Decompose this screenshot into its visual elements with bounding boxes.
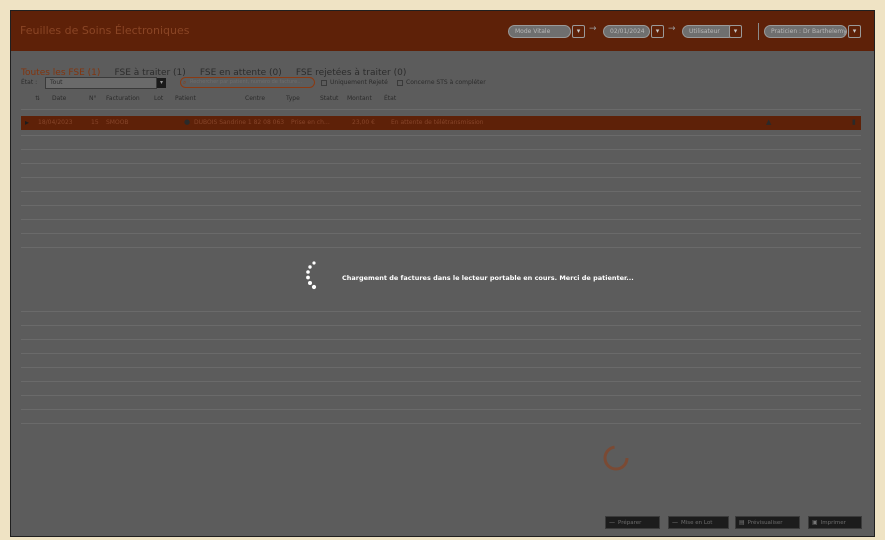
row-divider [21, 149, 861, 150]
fse-window: Feuilles de Soins Électroniques Mode Vit… [10, 10, 875, 537]
column-facturation[interactable]: Facturation [106, 95, 140, 102]
table-row[interactable]: ▸ 18/04/2023 15 SMOOB ● DUBOIS Sandrine … [21, 116, 861, 130]
dash-icon: — [672, 519, 678, 526]
row-divider [21, 395, 861, 396]
date-select[interactable]: 02/01/2024 [603, 25, 650, 38]
loading-spinner-icon [306, 261, 317, 290]
app-title: Feuilles de Soins Électroniques [20, 24, 190, 37]
cell-etat: En attente de télétransmission [391, 119, 484, 126]
row-divider [21, 163, 861, 164]
praticien-dropdown-button[interactable]: ▾ [848, 25, 861, 38]
column-statut[interactable]: Statut [320, 95, 338, 102]
etat-select[interactable]: Tout [45, 77, 157, 89]
person-icon: ● [184, 118, 191, 126]
search-placeholder: Rechercher par patient, numéro de factur… [190, 79, 303, 85]
warning-icon: ▲ [766, 118, 772, 126]
row-divider [21, 381, 861, 382]
etat-label: État : [21, 79, 38, 86]
column-type[interactable]: Type [286, 95, 300, 102]
row-divider [21, 219, 861, 220]
row-divider [21, 367, 861, 368]
row-divider [21, 409, 861, 410]
title-bar: Feuilles de Soins Électroniques Mode Vit… [11, 11, 874, 51]
only-sts-checkbox[interactable] [397, 80, 403, 86]
toolbar-divider [758, 23, 759, 40]
only-rejected-label: Uniquement Rejeté [330, 79, 388, 86]
mise-en-lot-button[interactable]: — Mise en Lot [668, 516, 729, 529]
user-dropdown-button[interactable]: ▾ [729, 25, 742, 38]
background-spinner-icon [603, 445, 629, 471]
user-select[interactable]: Utilisateur [682, 25, 735, 38]
filter-bar: État : Tout ▾ ⌕ Rechercher par patient, … [21, 77, 541, 91]
only-rejected-checkbox[interactable] [321, 80, 327, 86]
previsualiser-button[interactable]: ▤ Prévisualiser [735, 516, 800, 529]
loading-message: Chargement de factures dans le lecteur p… [342, 274, 634, 282]
row-divider [21, 205, 861, 206]
row-divider [21, 423, 861, 424]
printer-icon: ▣ [812, 519, 818, 526]
column-lot[interactable]: Lot [154, 95, 163, 102]
row-divider [21, 177, 861, 178]
trash-icon[interactable]: ▮ [852, 118, 856, 126]
column-patient[interactable]: Patient [175, 95, 196, 102]
row-divider [21, 311, 861, 312]
praticien-select[interactable]: Praticien : Dr Barthelemy [764, 25, 847, 38]
row-divider [21, 353, 861, 354]
row-divider [21, 233, 861, 234]
row-divider [21, 247, 861, 248]
only-sts-label: Concerne STS à compléter [406, 79, 486, 86]
document-icon: ▤ [739, 519, 745, 526]
imprimer-button[interactable]: ▣ Imprimer [808, 516, 862, 529]
search-icon: ⌕ [183, 79, 187, 86]
cell-patient: DUBOIS Sandrine 1 82 08 063 [194, 119, 285, 126]
mode-select[interactable]: Mode Vitale [508, 25, 571, 38]
cell-date: 18/04/2023 [38, 119, 73, 126]
row-divider [21, 339, 861, 340]
search-input[interactable]: ⌕ Rechercher par patient, numéro de fact… [180, 77, 315, 88]
sort-icon[interactable]: ⇅ [35, 95, 40, 102]
arrow-right-icon: → [668, 24, 676, 34]
column-etat[interactable]: État [384, 95, 396, 102]
dash-icon: — [609, 519, 615, 526]
date-dropdown-button[interactable]: ▾ [651, 25, 664, 38]
cell-facturation: SMOOB [106, 119, 129, 126]
header-divider [21, 109, 861, 110]
column-centre[interactable]: Centre [245, 95, 265, 102]
column-numero[interactable]: N° [89, 95, 97, 102]
chevron-down-icon[interactable]: ▾ [157, 78, 166, 88]
cell-type: Prise en ch… [291, 119, 330, 126]
mode-dropdown-button[interactable]: ▾ [572, 25, 585, 38]
row-divider [21, 135, 861, 136]
arrow-right-icon: → [589, 24, 597, 34]
preparer-button[interactable]: — Préparer [605, 516, 660, 529]
cell-montant: 23,00 € [352, 119, 375, 126]
row-divider [21, 325, 861, 326]
table-header: ⇅ Date N° Facturation Lot Patient Centre… [21, 95, 861, 105]
row-divider [21, 191, 861, 192]
column-montant[interactable]: Montant [347, 95, 372, 102]
cell-numero: 15 [91, 119, 99, 126]
expand-arrow-icon[interactable]: ▸ [25, 118, 29, 127]
column-date[interactable]: Date [52, 95, 66, 102]
fse-tabs: Toutes les FSE (1) FSE à traiter (1) FSE… [21, 60, 415, 78]
